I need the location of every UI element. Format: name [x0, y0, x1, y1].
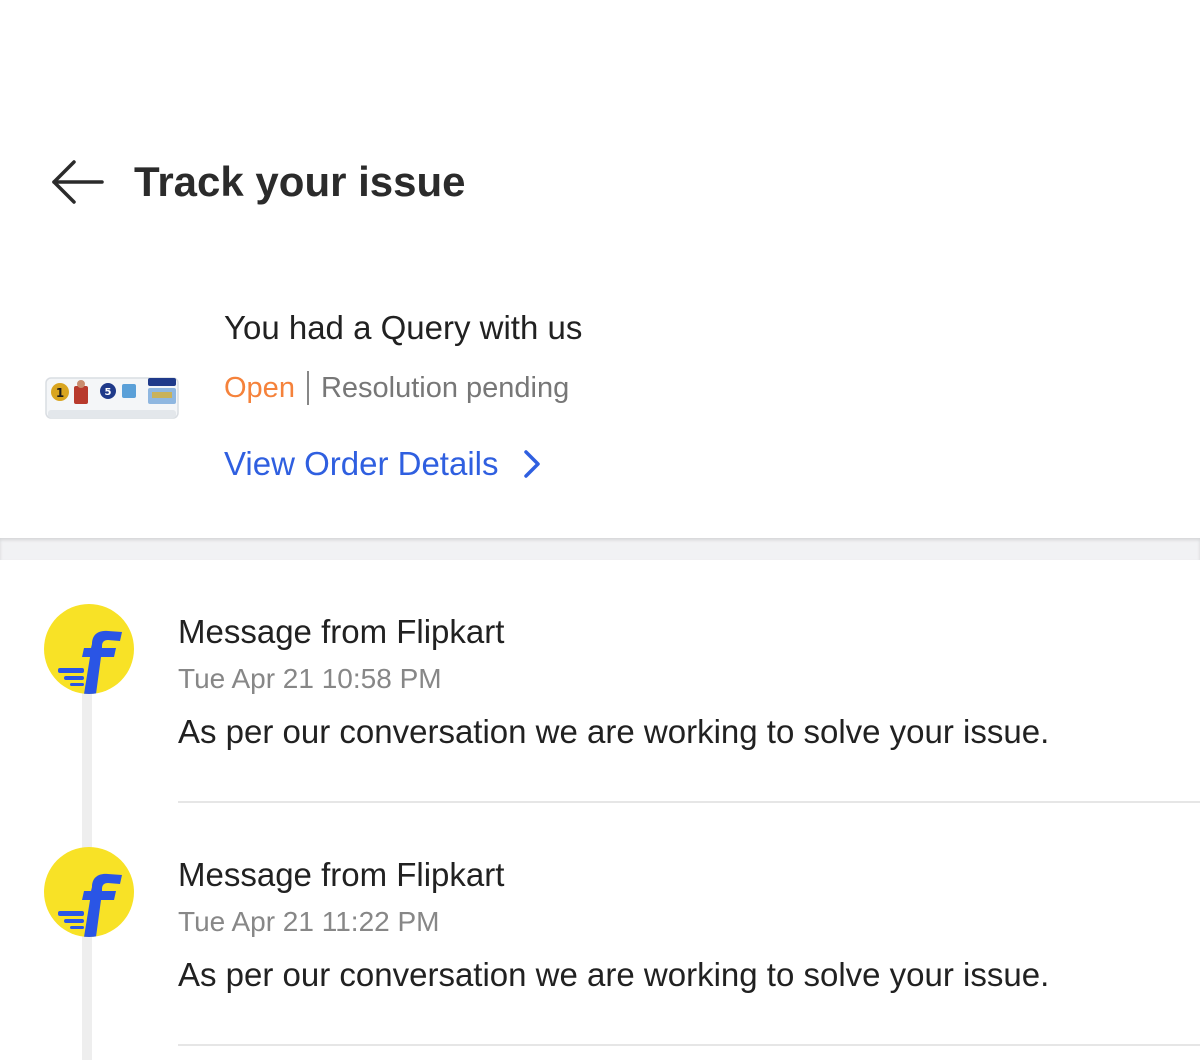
air-conditioner-image: 1 5 [45, 377, 179, 419]
status-detail: Resolution pending [320, 372, 570, 404]
message-body: As per our conversation we are working t… [178, 956, 1050, 993]
message-sender: Message from Flipkart [178, 856, 505, 893]
section-divider [0, 538, 1200, 560]
flipkart-logo-icon [44, 847, 134, 937]
status-separator [306, 371, 309, 405]
back-button[interactable] [48, 158, 106, 206]
svg-text:1: 1 [56, 386, 64, 400]
flipkart-logo-icon [44, 604, 134, 694]
message-timestamp: Tue Apr 21 11:22 PM [178, 906, 440, 937]
timeline-message: Message from Flipkart Tue Apr 21 10:58 P… [0, 560, 1200, 803]
page-title: Track your issue [134, 158, 466, 205]
product-thumbnail[interactable]: 1 5 [44, 372, 180, 424]
chevron-right-icon [521, 448, 543, 480]
message-timeline: Message from Flipkart Tue Apr 21 10:58 P… [0, 560, 1200, 1060]
view-order-details-link[interactable]: View Order Details [224, 444, 543, 484]
query-title: You had a Query with us [224, 309, 583, 346]
svg-text:5: 5 [105, 387, 112, 398]
message-body: As per our conversation we are working t… [178, 713, 1050, 750]
message-timestamp: Tue Apr 21 10:58 PM [178, 663, 442, 694]
message-sender: Message from Flipkart [178, 613, 505, 650]
issue-status: Open Resolution pending [224, 370, 569, 406]
timeline-message: Message from Flipkart Tue Apr 21 11:22 P… [0, 803, 1200, 1046]
view-order-details-label: View Order Details [224, 445, 499, 482]
arrow-left-icon [52, 160, 104, 204]
issue-summary-card: 1 5 You had a Query with us Open Resolut… [0, 260, 1200, 538]
status-open-badge: Open [224, 372, 295, 404]
header: Track your issue [0, 0, 1200, 260]
